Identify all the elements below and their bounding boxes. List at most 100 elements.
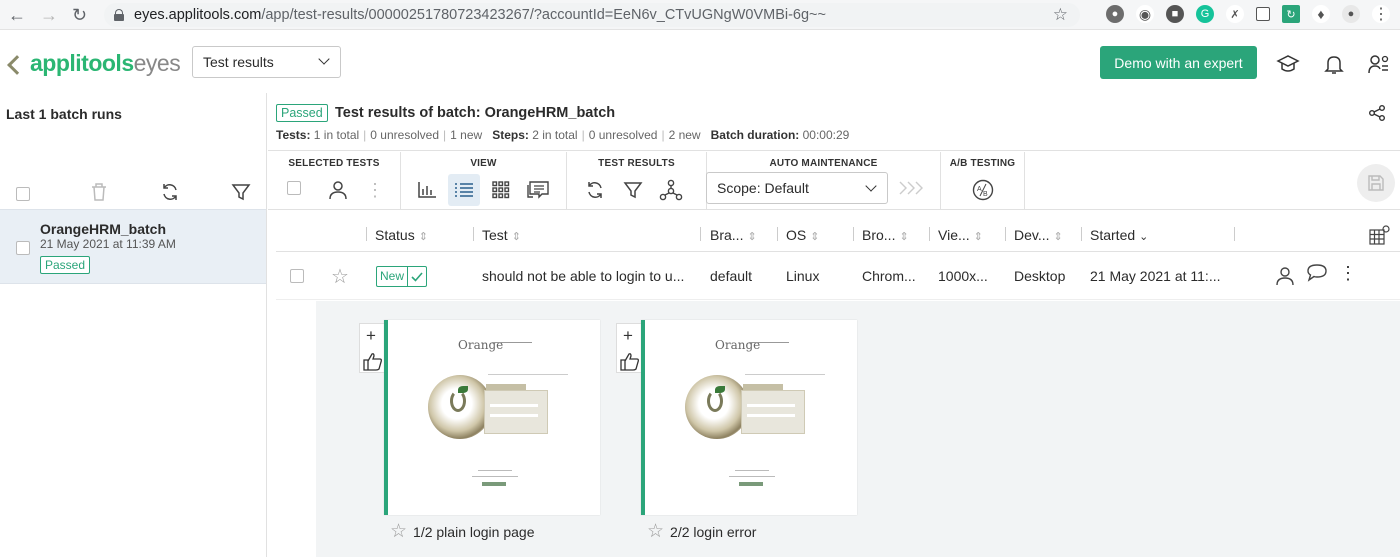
steps-unresolved: 0 unresolved — [588, 128, 658, 142]
row-checkbox[interactable] — [290, 269, 304, 283]
extension-icon[interactable]: ● — [1106, 5, 1124, 23]
extension-icon[interactable]: ↻ — [1282, 5, 1300, 23]
group-results-button[interactable] — [655, 174, 687, 206]
back-icon[interactable]: ← — [8, 6, 26, 24]
share-icon[interactable] — [1368, 104, 1386, 122]
column-device[interactable]: Dev... ⇕ — [1014, 227, 1084, 243]
batch-name: OrangeHRM_batch — [40, 221, 167, 237]
more-options-icon[interactable]: ⋮ — [359, 174, 391, 206]
filter-icon — [623, 182, 643, 199]
star-icon[interactable]: ☆ — [647, 520, 664, 543]
comment-icon[interactable] — [1306, 263, 1328, 283]
test-name[interactable]: should not be able to login to u... — [482, 268, 694, 284]
column-label: Test — [482, 227, 508, 243]
column-label: Status — [375, 227, 415, 243]
expand-icon[interactable]: + — [366, 326, 376, 346]
grammarly-icon[interactable]: G — [1196, 5, 1214, 23]
status-badge[interactable]: New — [376, 266, 428, 287]
accept-icon — [408, 267, 426, 286]
column-browser[interactable]: Bro... ⇕ — [862, 227, 932, 243]
assign-user-button[interactable] — [322, 174, 354, 206]
reload-icon[interactable]: ↻ — [72, 6, 87, 24]
sort-icon: ⇕ — [418, 231, 428, 243]
step-label: ☆ 1/2 plain login page — [390, 520, 534, 543]
batch-checkbox[interactable] — [16, 241, 30, 255]
graduation-cap-icon[interactable] — [1276, 52, 1300, 76]
chart-view-button[interactable] — [411, 174, 443, 206]
step-thumbnail[interactable]: Orange — [641, 320, 857, 515]
browser-toolbar: ← → ↻ eyes.applitools.com/app/test-resul… — [0, 0, 1400, 30]
filter-results-button[interactable] — [617, 174, 649, 206]
sort-icon: ⇕ — [810, 231, 820, 243]
menu-icon[interactable]: ⋮ — [1372, 5, 1390, 23]
column-viewport[interactable]: Vie... ⇕ — [938, 227, 1008, 243]
ab-testing-button[interactable]: AB — [967, 174, 999, 206]
demo-button[interactable]: Demo with an expert — [1100, 46, 1257, 79]
expand-icon[interactable]: + — [623, 326, 633, 346]
duration-label: Batch duration: — [710, 128, 800, 142]
refresh-icon[interactable] — [160, 182, 180, 202]
page-select[interactable]: Test results — [192, 46, 341, 78]
batch-summary-header: Passed Test results of batch: OrangeHRM_… — [268, 93, 1400, 151]
url-path: /app/test-results/00000251780723423267/?… — [261, 7, 826, 23]
batch-list-item[interactable]: OrangeHRM_batch 21 May 2021 at 11:39 AM … — [0, 209, 266, 284]
sort-icon: ⇕ — [747, 231, 757, 243]
extension-icon[interactable] — [1256, 7, 1270, 21]
column-branch[interactable]: Bra... ⇕ — [710, 227, 780, 243]
camera-icon[interactable]: ◉ — [1136, 5, 1154, 23]
sort-icon: ⇕ — [511, 231, 521, 243]
steps-panel: + Orange ☆ 1/2 plain login page + Orange — [316, 301, 1400, 557]
user-settings-icon[interactable] — [1367, 52, 1391, 76]
profile-icon[interactable]: ● — [1342, 5, 1360, 23]
scope-select[interactable]: Scope: Default — [706, 172, 888, 204]
tests-new: 1 new — [450, 128, 483, 142]
batch-status-badge: Passed — [40, 256, 91, 274]
puzzle-icon[interactable]: ♦ — [1312, 5, 1330, 23]
steps-total: 2 in total — [532, 128, 578, 142]
list-view-button[interactable] — [448, 174, 480, 206]
batch-date: 21 May 2021 at 11:39 AM — [40, 237, 176, 251]
thumbs-up-icon[interactable] — [362, 351, 383, 371]
bookmark-star-icon[interactable]: ☆ — [1053, 5, 1068, 25]
auto-maintenance-label: AUTO MAINTENANCE — [769, 158, 878, 169]
address-bar[interactable]: eyes.applitools.com/app/test-results/000… — [104, 3, 1080, 27]
extension-icon[interactable]: ✗ — [1226, 5, 1244, 23]
column-started[interactable]: Started ⌄ — [1090, 227, 1210, 243]
table-row[interactable]: ☆ New should not be able to login to u..… — [276, 253, 1400, 300]
grid-icon — [492, 181, 510, 199]
column-settings-icon[interactable] — [1369, 224, 1391, 246]
app-header: applitools eyes Test results Demo with an… — [0, 31, 1400, 93]
save-button[interactable] — [1357, 164, 1395, 202]
step-thumbnail[interactable]: Orange — [384, 320, 600, 515]
grid-view-button[interactable] — [485, 174, 517, 206]
filter-icon[interactable] — [231, 182, 251, 202]
applitools-logo[interactable]: applitools eyes — [10, 50, 181, 77]
trash-icon[interactable] — [90, 182, 108, 202]
list-icon — [455, 183, 473, 197]
user-icon[interactable] — [1275, 266, 1295, 286]
forward-icon[interactable]: → — [40, 6, 58, 24]
column-test[interactable]: Test ⇕ — [482, 227, 682, 243]
batch-duration: 00:00:29 — [802, 128, 850, 142]
select-all-checkbox[interactable] — [16, 187, 30, 201]
column-label: Vie... — [938, 227, 970, 243]
apply-maintenance-icon[interactable] — [898, 178, 928, 198]
refresh-icon — [588, 182, 602, 198]
star-icon[interactable]: ☆ — [390, 520, 407, 543]
column-status[interactable]: Status ⇕ — [375, 227, 465, 243]
details-view-button[interactable] — [522, 174, 554, 206]
extension-icon[interactable]: ■ — [1166, 5, 1184, 23]
step-name: 1/2 plain login page — [413, 523, 535, 540]
bell-icon[interactable] — [1322, 52, 1346, 76]
star-icon[interactable]: ☆ — [331, 264, 349, 289]
select-tests-checkbox[interactable] — [287, 181, 301, 195]
row-menu-icon[interactable]: ⋮ — [1339, 263, 1357, 284]
thumbs-up-icon[interactable] — [619, 351, 640, 371]
step-name: 2/2 login error — [670, 523, 757, 540]
url-host: eyes.applitools.com — [134, 7, 262, 23]
test-results-group: TEST RESULTS — [567, 152, 707, 210]
column-os[interactable]: OS ⇕ — [786, 227, 846, 243]
sort-icon: ⇕ — [1053, 231, 1063, 243]
sort-icon: ⇕ — [973, 231, 983, 243]
refresh-results-button[interactable] — [579, 174, 611, 206]
